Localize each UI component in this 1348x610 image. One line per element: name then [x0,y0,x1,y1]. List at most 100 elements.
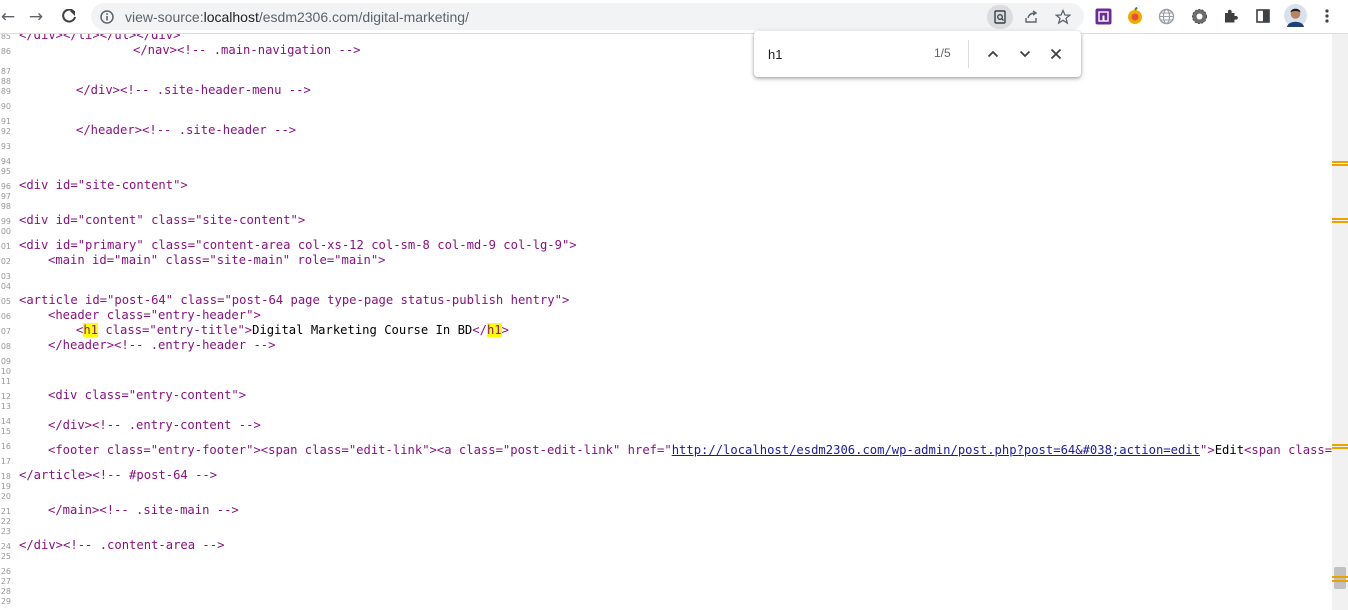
line-number: 15 [0,427,11,436]
source-line: <div class="entry-content"> [48,388,247,402]
line-number: 05 [0,297,11,306]
extension-globe-icon[interactable] [1156,6,1176,26]
code-token: class="entry-title"> [98,323,253,337]
find-bar-divider [968,40,969,68]
line-number: 19 [0,482,11,491]
reload-icon[interactable] [55,3,83,31]
find-match-count: 1/5 [934,46,951,60]
source-line: </article><!-- #post-64 --> [19,468,218,482]
find-result-marker [1332,576,1348,578]
find-result-marker [1332,218,1348,220]
close-icon[interactable] [1044,42,1068,66]
code-token: > [501,323,509,337]
scrollbar-thumb[interactable] [1334,567,1346,589]
find-input[interactable] [768,44,908,64]
source-line: <main id="main" class="site-main" role="… [48,253,386,267]
line-number: 93 [0,142,11,151]
line-number: 90 [0,102,11,111]
line-number: 14 [0,417,11,426]
extension-fruit-icon[interactable] [1125,6,1145,26]
share-icon[interactable] [1020,6,1042,28]
source-line: </div><!-- .site-header-menu --> [76,83,311,97]
line-number-gutter: 85 86 87 88 89 90 91 92 93 94 95 96 97 9… [0,34,12,610]
more-menu-icon[interactable] [1317,6,1337,26]
find-result-marker [1332,161,1348,163]
find-match-highlight: h1 [83,323,99,337]
line-number: 27 [0,577,11,586]
back-icon[interactable]: ← [0,3,22,31]
site-info-icon[interactable] [96,6,118,28]
browser-toolbar: ← → view-source:localhost/esdm2306.com/d… [0,0,1348,34]
extension-gear-icon[interactable] [1189,6,1209,26]
line-number: 85 [0,34,11,41]
source-line: </nav><!-- .main-navigation --> [133,43,361,57]
chevron-down-icon[interactable] [1013,42,1037,66]
source-line: <div id="primary" class="content-area co… [19,238,577,252]
line-number: 08 [0,342,11,351]
address-bar[interactable]: view-source:localhost/esdm2306.com/digit… [91,3,1084,30]
extensions-puzzle-icon[interactable] [1221,6,1241,26]
find-match-highlight: h1 [486,323,502,337]
line-number: 01 [0,242,11,251]
profile-avatar[interactable] [1284,4,1307,27]
url-prefix: view-source: [125,9,204,25]
find-result-marker [1332,221,1348,223]
line-number: 06 [0,312,11,321]
view-source-content: 85 86 87 88 89 90 91 92 93 94 95 96 97 9… [0,34,1348,610]
line-number: 29 [0,597,11,606]
url-host: localhost [203,9,259,25]
bookmark-star-icon[interactable] [1052,6,1074,28]
source-line: </div><!-- .content-area --> [19,538,225,552]
line-number: 97 [0,192,11,201]
line-number: 91 [0,117,11,126]
line-number: 25 [0,552,11,561]
line-number: 12 [0,392,11,401]
code-token: </ [472,323,487,337]
find-result-marker [1332,164,1348,166]
line-number: 24 [0,542,11,551]
source-line: </div></li></ul></div> [19,34,181,42]
source-line: </div><!-- .entry-content --> [48,418,261,432]
source-line: <div id="site-content"> [19,178,188,192]
line-number: 26 [0,567,11,576]
line-number: 21 [0,507,11,516]
find-bar: 1/5 [754,31,1081,77]
line-number: 98 [0,202,11,211]
forward-icon[interactable]: → [22,3,50,31]
line-number: 92 [0,127,11,136]
code-token: <span class="scre [1244,443,1332,457]
line-number: 13 [0,402,11,411]
source-code: </div></li></ul></div> </nav><!-- .main-… [19,34,1332,610]
chevron-up-icon[interactable] [981,42,1005,66]
line-number: 16 [0,442,11,451]
line-number: 86 [0,47,11,56]
source-line: </main><!-- .site-main --> [48,503,239,517]
vertical-scrollbar[interactable] [1332,34,1348,610]
code-token: "> [1200,443,1215,457]
line-number: 09 [0,357,11,366]
code-text: Edit [1214,443,1245,457]
line-number: 96 [0,182,11,191]
url-text[interactable]: view-source:localhost/esdm2306.com/digit… [125,9,469,25]
find-in-page-icon[interactable] [987,5,1013,29]
line-number: 03 [0,272,11,281]
edit-post-link[interactable]: http://localhost/esdm2306.com/wp-admin/p… [672,443,1200,457]
side-panel-icon[interactable] [1253,6,1273,26]
line-number: 22 [0,517,11,526]
line-number: 20 [0,492,11,501]
line-number: 23 [0,527,11,536]
line-number: 94 [0,157,11,166]
code-text: Digital Marketing Course In BD [252,323,473,337]
source-line: <div id="content" class="site-content"> [19,213,306,227]
line-number: 99 [0,217,11,226]
extension-app-icon[interactable] [1093,6,1113,26]
line-number: 17 [0,457,11,466]
line-number: 95 [0,167,11,176]
line-number: 02 [0,257,11,266]
line-number: 89 [0,87,11,96]
line-number: 88 [0,77,11,86]
find-result-marker [1332,444,1348,446]
line-number: 04 [0,282,11,291]
source-line: <header class="entry-header"> [48,308,261,322]
line-number: 10 [0,367,11,376]
